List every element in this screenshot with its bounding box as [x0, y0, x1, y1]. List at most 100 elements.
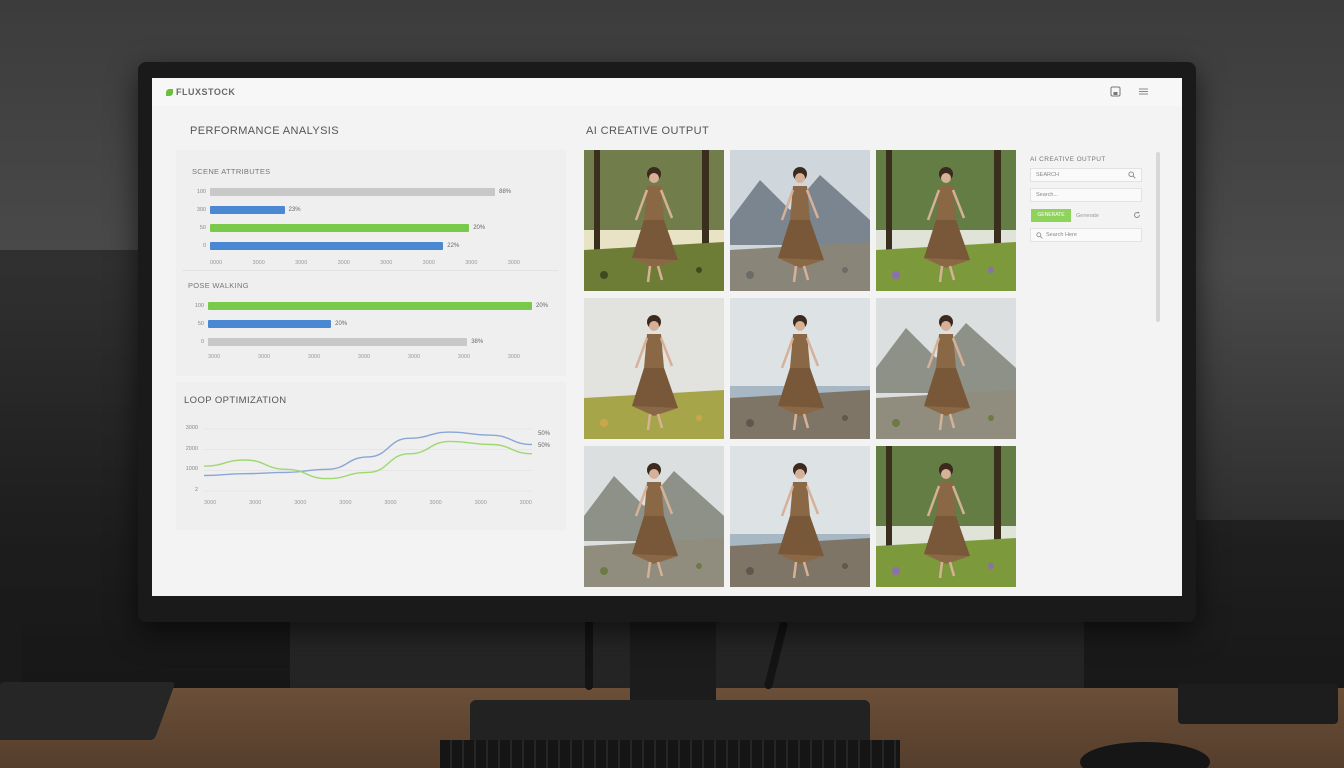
generate-side-label: Generate — [1076, 213, 1099, 219]
x-tick-label: 3000 — [204, 500, 217, 506]
monitor-stand-base — [470, 700, 870, 740]
series-end-label: 50% — [538, 431, 551, 437]
generate-button[interactable]: GENERATE — [1031, 209, 1071, 222]
x-axis-ticks: 3000 3000 3000 3000 3000 3000 3000 3000 — [204, 500, 532, 506]
search-icon — [1036, 232, 1043, 241]
y-tick-label: 3000 — [185, 425, 198, 431]
generated-image[interactable] — [584, 150, 724, 291]
bar-value-label: 23% — [288, 207, 301, 213]
scene-attributes-label: SCENE ATTRIBUTES — [192, 167, 271, 176]
x-tick-label: 3000 — [519, 500, 532, 506]
secondary-field-value: Search... — [1036, 192, 1059, 198]
x-tick-label: 3000 — [507, 260, 520, 266]
x-tick-label: 3000 — [465, 260, 478, 266]
bar — [208, 302, 532, 310]
bar — [210, 188, 496, 196]
cable — [763, 620, 789, 690]
brand-name: FLUXSTOCK — [176, 87, 236, 97]
woman-in-dress-photo — [584, 150, 724, 291]
generated-image[interactable] — [876, 446, 1016, 587]
generated-image[interactable] — [730, 150, 870, 291]
y-tick-label: 1000 — [185, 466, 198, 473]
x-tick-label: 3000 — [384, 500, 397, 506]
search-field-2[interactable]: Search Here — [1030, 228, 1142, 242]
divider — [182, 270, 558, 271]
x-axis-ticks: 0000 3000 3000 3000 3000 3000 3000 3000 — [210, 260, 520, 266]
loop-lines — [204, 428, 532, 492]
generated-image[interactable] — [730, 298, 870, 439]
generated-image[interactable] — [876, 298, 1016, 439]
x-tick-label: 3000 — [295, 260, 308, 266]
woman-in-dress-photo — [730, 446, 870, 587]
monitor: FLUXSTOCK PERFORMANCE ANALYSIS SCENE ATT… — [138, 62, 1196, 622]
top-bar: FLUXSTOCK — [152, 78, 1182, 106]
woman-in-dress-photo — [584, 298, 724, 439]
series-line — [204, 431, 532, 477]
save-icon[interactable] — [1110, 86, 1121, 97]
sidebar-title: AI CREATIVE OUTPUT — [1030, 156, 1106, 163]
generated-image[interactable] — [584, 298, 724, 439]
performance-title: PERFORMANCE ANALYSIS — [190, 125, 339, 137]
bar-value-label: 20% — [473, 225, 486, 231]
x-tick-label: 3000 — [249, 500, 262, 506]
ai-output-title: AI CREATIVE OUTPUT — [586, 125, 710, 137]
woman-in-dress-photo — [876, 150, 1016, 291]
x-tick-label: 3000 — [474, 500, 487, 506]
bar-value-label: 20% — [536, 303, 549, 309]
bar-value-label: 38% — [471, 339, 484, 345]
woman-in-dress-photo — [730, 150, 870, 291]
bar — [210, 206, 285, 214]
pose-walking-label: POSE WALKING — [188, 281, 249, 290]
loop-optimization-title: LOOP OPTIMIZATION — [184, 395, 287, 406]
desk-device — [1178, 684, 1338, 724]
bar-value-label: 88% — [499, 189, 512, 195]
x-tick-label: 0000 — [210, 260, 223, 266]
leaf-icon — [166, 88, 173, 96]
refresh-icon[interactable] — [1133, 211, 1141, 221]
brand-logo[interactable]: FLUXSTOCK — [166, 87, 235, 97]
search-input[interactable]: SEARCH — [1030, 168, 1142, 182]
x-tick-label: 3000 — [507, 354, 520, 360]
bar-value-label: 22% — [447, 243, 460, 249]
generated-image[interactable] — [730, 446, 870, 587]
desk-pad — [0, 682, 176, 740]
x-tick-label: 3000 — [429, 500, 442, 506]
x-axis-ticks: 3000 3000 3000 3000 3000 3000 3000 — [208, 354, 520, 360]
secondary-field[interactable]: Search... — [1030, 188, 1142, 202]
scrollbar[interactable] — [1156, 152, 1160, 322]
search-icon — [1128, 171, 1136, 181]
search-input-value: SEARCH — [1036, 172, 1059, 178]
x-tick-label: 3000 — [294, 500, 307, 506]
series-end-label: 50% — [538, 443, 551, 449]
y-tick-label: 2000 — [185, 445, 198, 452]
x-tick-label: 3000 — [422, 260, 435, 266]
x-tick-label: 3000 — [357, 354, 371, 360]
image-grid — [584, 150, 1020, 594]
x-tick-label: 3000 — [337, 260, 350, 266]
bar — [208, 338, 468, 346]
bar — [210, 242, 444, 250]
bar-y-label: 300 — [196, 207, 206, 213]
x-tick-label: 3000 — [339, 500, 352, 506]
bar-y-label: 0 — [200, 339, 204, 345]
generated-image[interactable] — [876, 150, 1016, 291]
x-tick-label: 3000 — [307, 354, 321, 360]
x-tick-label: 3000 — [252, 260, 265, 266]
woman-in-dress-photo — [876, 298, 1016, 439]
bar-y-label: 50 — [197, 321, 204, 327]
x-tick-label: 3000 — [457, 354, 471, 360]
woman-in-dress-photo — [730, 298, 870, 439]
x-tick-label: 3000 — [208, 354, 221, 360]
bar-y-label: 100 — [196, 189, 206, 195]
menu-icon[interactable] — [1138, 86, 1149, 97]
bar-y-label: 50 — [199, 225, 206, 231]
generated-image[interactable] — [584, 446, 724, 587]
y-tick-label: 2 — [194, 487, 198, 493]
x-tick-label: 3000 — [257, 354, 271, 360]
bar-value-label: 20% — [335, 321, 348, 327]
x-tick-label: 3000 — [380, 260, 393, 266]
cable — [585, 620, 593, 690]
bar — [208, 320, 332, 328]
x-tick-label: 3000 — [407, 354, 421, 360]
bar-y-label: 0 — [202, 243, 206, 249]
